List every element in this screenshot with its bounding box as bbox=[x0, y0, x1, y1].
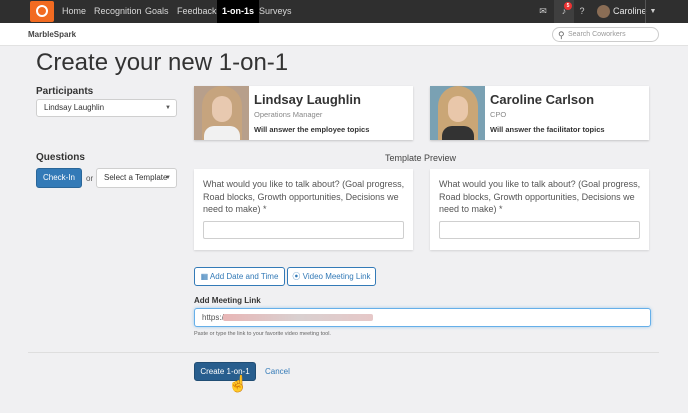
person-role: Operations Manager bbox=[254, 110, 323, 119]
video-link-button[interactable]: ⦿ Video Meeting Link bbox=[287, 267, 376, 286]
participant-select-value: Lindsay Laughlin bbox=[44, 103, 105, 112]
answer-input[interactable] bbox=[439, 221, 640, 239]
participant-select[interactable]: Lindsay Laughlin ▼ bbox=[36, 99, 177, 117]
nav-goals[interactable]: Goals bbox=[140, 0, 174, 23]
help-icon[interactable]: ? bbox=[576, 0, 588, 23]
meeting-link-input[interactable]: https:// bbox=[194, 308, 651, 327]
search-placeholder: Search Coworkers bbox=[568, 31, 626, 38]
person-note: Will answer the facilitator topics bbox=[490, 125, 605, 134]
nav-home[interactable]: Home bbox=[57, 0, 91, 23]
facilitator-photo bbox=[430, 86, 485, 140]
checkin-button[interactable]: Check-In bbox=[36, 168, 82, 188]
person-role: CPO bbox=[490, 110, 507, 119]
question-card-employee: What would you like to talk about? (Goal… bbox=[194, 169, 413, 250]
search-icon: ⚲ bbox=[558, 30, 565, 40]
sub-header: MarbleSpark ⚲ Search Coworkers bbox=[0, 23, 688, 46]
mail-icon[interactable]: ✉ bbox=[536, 0, 550, 23]
top-navbar: Home Recognition Goals Feedback 1-on-1s … bbox=[0, 0, 688, 23]
add-date-button[interactable]: ▦ Add Date and Time bbox=[194, 267, 285, 286]
template-select-value: Select a Template bbox=[104, 173, 168, 182]
app-logo[interactable] bbox=[30, 1, 54, 22]
employee-photo bbox=[194, 86, 249, 140]
logo-icon bbox=[36, 5, 48, 17]
video-icon: ⦿ bbox=[292, 272, 301, 281]
nav-1on1s[interactable]: 1-on-1s bbox=[217, 0, 260, 23]
template-preview-title: Template Preview bbox=[385, 153, 457, 163]
person-note: Will answer the employee topics bbox=[254, 125, 370, 134]
page-title: Create your new 1-on-1 bbox=[36, 49, 289, 76]
caret-down-icon: ▼ bbox=[165, 105, 171, 111]
question-text: What would you like to talk about? (Goal… bbox=[203, 179, 405, 214]
nav-surveys[interactable]: Surveys bbox=[254, 0, 297, 23]
company-name: MarbleSpark bbox=[28, 30, 77, 39]
answer-input[interactable] bbox=[203, 221, 404, 239]
hand-cursor-icon: ☝ bbox=[228, 376, 248, 393]
question-card-facilitator: What would you like to talk about? (Goal… bbox=[430, 169, 649, 250]
video-link-label: Video Meeting Link bbox=[302, 272, 371, 281]
template-select[interactable]: Select a Template ▼ bbox=[96, 168, 177, 188]
calendar-icon: ▦ bbox=[200, 272, 209, 281]
cancel-link[interactable]: Cancel bbox=[265, 367, 290, 376]
person-card-employee: Lindsay Laughlin Operations Manager Will… bbox=[194, 86, 413, 140]
search-input[interactable]: ⚲ Search Coworkers bbox=[552, 27, 659, 42]
user-menu[interactable]: Caroline bbox=[591, 0, 647, 23]
meeting-help-text: Paste or type the link to your favorite … bbox=[194, 331, 331, 337]
redacted-url bbox=[223, 314, 373, 321]
user-name: Caroline bbox=[613, 6, 647, 16]
chevron-down-icon[interactable]: ▼ bbox=[645, 0, 660, 23]
nav-recognition[interactable]: Recognition bbox=[89, 0, 147, 23]
person-name: Caroline Carlson bbox=[490, 92, 595, 107]
add-date-label: Add Date and Time bbox=[209, 272, 279, 281]
participants-label: Participants bbox=[36, 86, 94, 97]
person-name: Lindsay Laughlin bbox=[254, 92, 361, 107]
questions-label: Questions bbox=[36, 152, 85, 163]
meeting-link-label: Add Meeting Link bbox=[194, 296, 261, 305]
notification-badge: 5 bbox=[564, 2, 572, 10]
question-text: What would you like to talk about? (Goal… bbox=[439, 179, 641, 214]
person-card-facilitator: Caroline Carlson CPO Will answer the fac… bbox=[430, 86, 649, 140]
divider bbox=[28, 352, 659, 353]
or-text: or bbox=[86, 174, 94, 183]
caret-down-icon: ▼ bbox=[165, 175, 171, 181]
nav-feedback[interactable]: Feedback bbox=[172, 0, 222, 23]
avatar bbox=[597, 5, 610, 18]
